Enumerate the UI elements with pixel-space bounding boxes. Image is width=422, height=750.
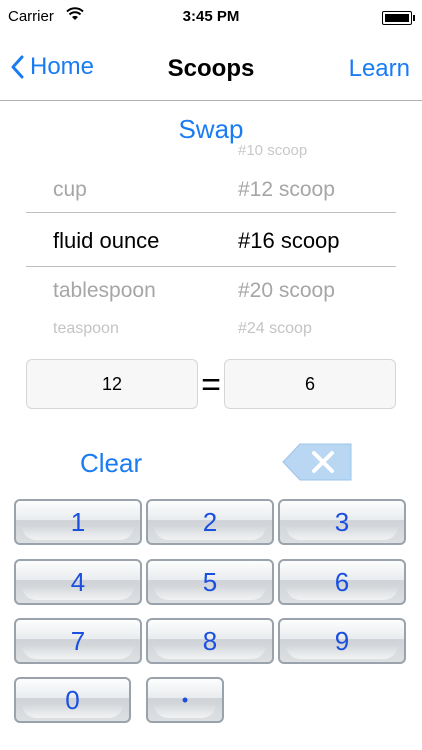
- key-4[interactable]: 4: [14, 559, 142, 605]
- key-7[interactable]: 7: [14, 618, 142, 664]
- key-label: 0: [65, 684, 80, 715]
- key-label: 2: [202, 506, 218, 537]
- key-label: 9: [334, 625, 350, 656]
- unit-picker[interactable]: #10 scoop cup #12 scoop fluid ounce #16 …: [0, 140, 422, 340]
- key-label: 8: [202, 625, 218, 656]
- clock: 3:45 PM: [182, 8, 240, 25]
- status-bar: Carrier 3:45 PM: [0, 0, 422, 34]
- picker-selection-bottom-divider: [26, 266, 396, 267]
- key-label: 5: [202, 566, 218, 597]
- picker-right-selected[interactable]: #16 scoop: [238, 228, 340, 254]
- learn-button[interactable]: Learn: [349, 55, 410, 83]
- picker-right-item[interactable]: #20 scoop: [238, 279, 335, 303]
- picker-right-item[interactable]: #10 scoop: [238, 142, 307, 159]
- key-label: 3: [334, 506, 350, 537]
- backspace-button[interactable]: [282, 443, 352, 481]
- key-label: 4: [70, 566, 86, 597]
- picker-left-selected[interactable]: fluid ounce: [53, 228, 159, 254]
- picker-selection-top-divider: [26, 212, 396, 213]
- picker-left-item[interactable]: teaspoon: [53, 320, 119, 338]
- key-5[interactable]: 5: [146, 559, 274, 605]
- picker-right-item[interactable]: #24 scoop: [238, 320, 312, 338]
- key-0[interactable]: 0: [14, 677, 131, 723]
- key-8[interactable]: 8: [146, 618, 274, 664]
- key-3[interactable]: 3: [278, 499, 406, 545]
- key-label: 7: [70, 625, 86, 656]
- navigation-bar: Home Scoops Learn: [0, 34, 422, 101]
- key-9[interactable]: 9: [278, 618, 406, 664]
- key-label: 1: [70, 506, 86, 537]
- equals-sign: =: [201, 366, 221, 404]
- left-value-field[interactable]: 12: [26, 359, 198, 409]
- key-decimal[interactable]: •: [146, 677, 224, 723]
- key-label: 6: [334, 566, 350, 597]
- right-value-field[interactable]: 6: [224, 359, 396, 409]
- backspace-icon: [282, 443, 352, 481]
- key-label: •: [181, 689, 189, 710]
- battery-icon: [382, 11, 415, 25]
- key-6[interactable]: 6: [278, 559, 406, 605]
- key-1[interactable]: 1: [14, 499, 142, 545]
- picker-left-item[interactable]: cup: [53, 178, 87, 202]
- clear-button[interactable]: Clear: [80, 448, 142, 479]
- picker-right-item[interactable]: #12 scoop: [238, 178, 335, 202]
- key-2[interactable]: 2: [146, 499, 274, 545]
- picker-left-item[interactable]: tablespoon: [53, 279, 156, 303]
